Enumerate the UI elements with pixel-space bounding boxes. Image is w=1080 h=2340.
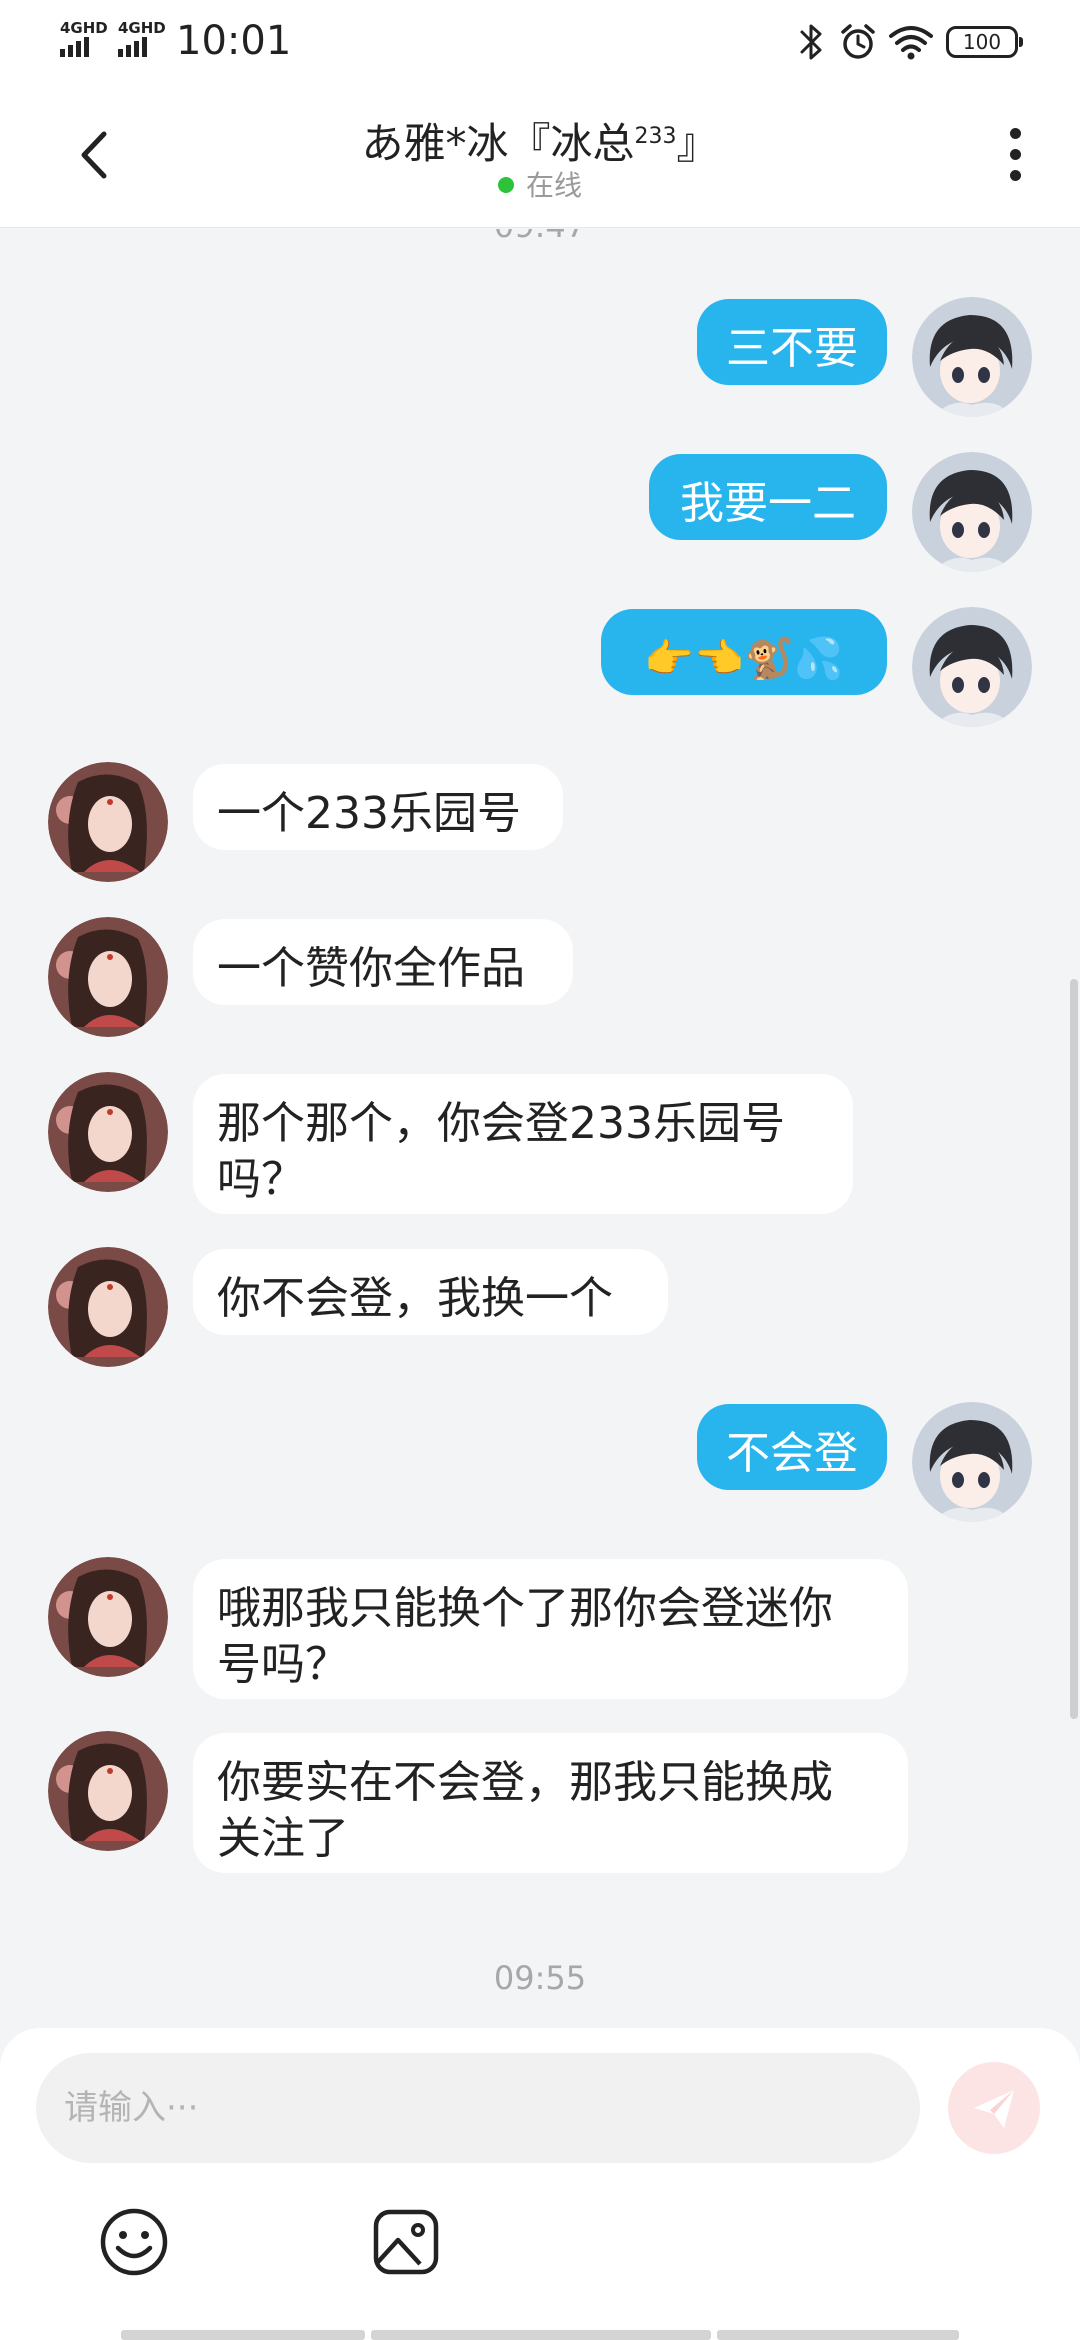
online-status-label: 在线	[525, 169, 582, 202]
message-timestamp: 09:55	[493, 1959, 587, 1997]
contact-name-end: 』	[676, 119, 719, 168]
message-bubble[interactable]: 三不要	[697, 299, 887, 385]
bottom-tab-indicator	[0, 2330, 1080, 2340]
message-timestamp: 09:47	[0, 229, 1080, 245]
message-bubble[interactable]: 我要一二	[649, 454, 887, 540]
signal-icon: 4GHD	[60, 20, 108, 57]
online-dot-icon	[497, 177, 514, 193]
message-input[interactable]: 请输入···	[36, 2053, 920, 2163]
wifi-icon	[889, 26, 933, 60]
contact-avatar[interactable]	[48, 1731, 168, 1851]
network-type-label: 4GHD	[60, 19, 108, 37]
contact-avatar[interactable]	[48, 1247, 168, 1367]
alarm-icon	[841, 24, 875, 59]
chat-header: あ雅*冰『冰总233』 在线	[0, 90, 1080, 228]
status-bar: 4GHD 4GHD 10:01 100	[0, 0, 1080, 90]
user-avatar[interactable]	[912, 452, 1032, 572]
scrollbar[interactable]	[1070, 979, 1078, 1719]
message-bubble[interactable]: 你不会登，我换一个	[193, 1249, 668, 1335]
contact-avatar[interactable]	[48, 1557, 168, 1677]
dot-icon	[1009, 128, 1021, 139]
message-bubble[interactable]: 不会登	[697, 1404, 887, 1490]
send-button[interactable]	[948, 2062, 1040, 2154]
signal-icon: 4GHD	[118, 20, 166, 57]
status-time: 10:01	[176, 18, 292, 64]
message-list[interactable]: 09:47 三不要 我要一二 👉👈🐒💦 一个233乐园号 一个赞你全作品 那个那…	[0, 229, 1080, 2029]
dot-icon	[1009, 149, 1021, 160]
contact-avatar[interactable]	[48, 1072, 168, 1192]
user-avatar[interactable]	[912, 1402, 1032, 1522]
battery-icon: 100	[946, 26, 1023, 58]
online-status: 在线	[0, 164, 1080, 204]
message-bubble[interactable]: 一个赞你全作品	[193, 919, 573, 1005]
user-avatar[interactable]	[912, 607, 1032, 727]
more-options-button[interactable]	[1000, 128, 1030, 198]
contact-name-superscript: 233	[634, 124, 677, 149]
image-icon	[373, 2209, 439, 2275]
message-input-placeholder: 请输入···	[64, 2088, 199, 2128]
bluetooth-icon	[800, 24, 822, 60]
emoji-icon	[100, 2208, 168, 2276]
image-button[interactable]	[370, 2206, 442, 2278]
emoji-button[interactable]	[98, 2206, 170, 2278]
network-type-label: 4GHD	[118, 19, 166, 37]
battery-level: 100	[962, 30, 1002, 54]
message-bubble[interactable]: 你要实在不会登，那我只能换成 关注了	[193, 1733, 908, 1873]
dot-icon	[1009, 170, 1021, 181]
input-panel: 请输入···	[0, 2028, 1080, 2340]
user-avatar[interactable]	[912, 297, 1032, 417]
contact-avatar[interactable]	[48, 917, 168, 1037]
message-bubble[interactable]: 哦那我只能换个了那你会登迷你 号吗？	[193, 1559, 908, 1699]
message-bubble[interactable]: 一个233乐园号	[193, 764, 563, 850]
contact-avatar[interactable]	[48, 762, 168, 882]
message-bubble[interactable]: 👉👈🐒💦	[601, 609, 887, 695]
contact-name: あ雅*冰『冰总233』	[0, 110, 1080, 171]
contact-name-main: あ雅*冰『冰总	[361, 119, 635, 168]
message-bubble[interactable]: 那个那个，你会登233乐园号 吗？	[193, 1074, 853, 1214]
send-icon	[974, 2090, 1014, 2128]
